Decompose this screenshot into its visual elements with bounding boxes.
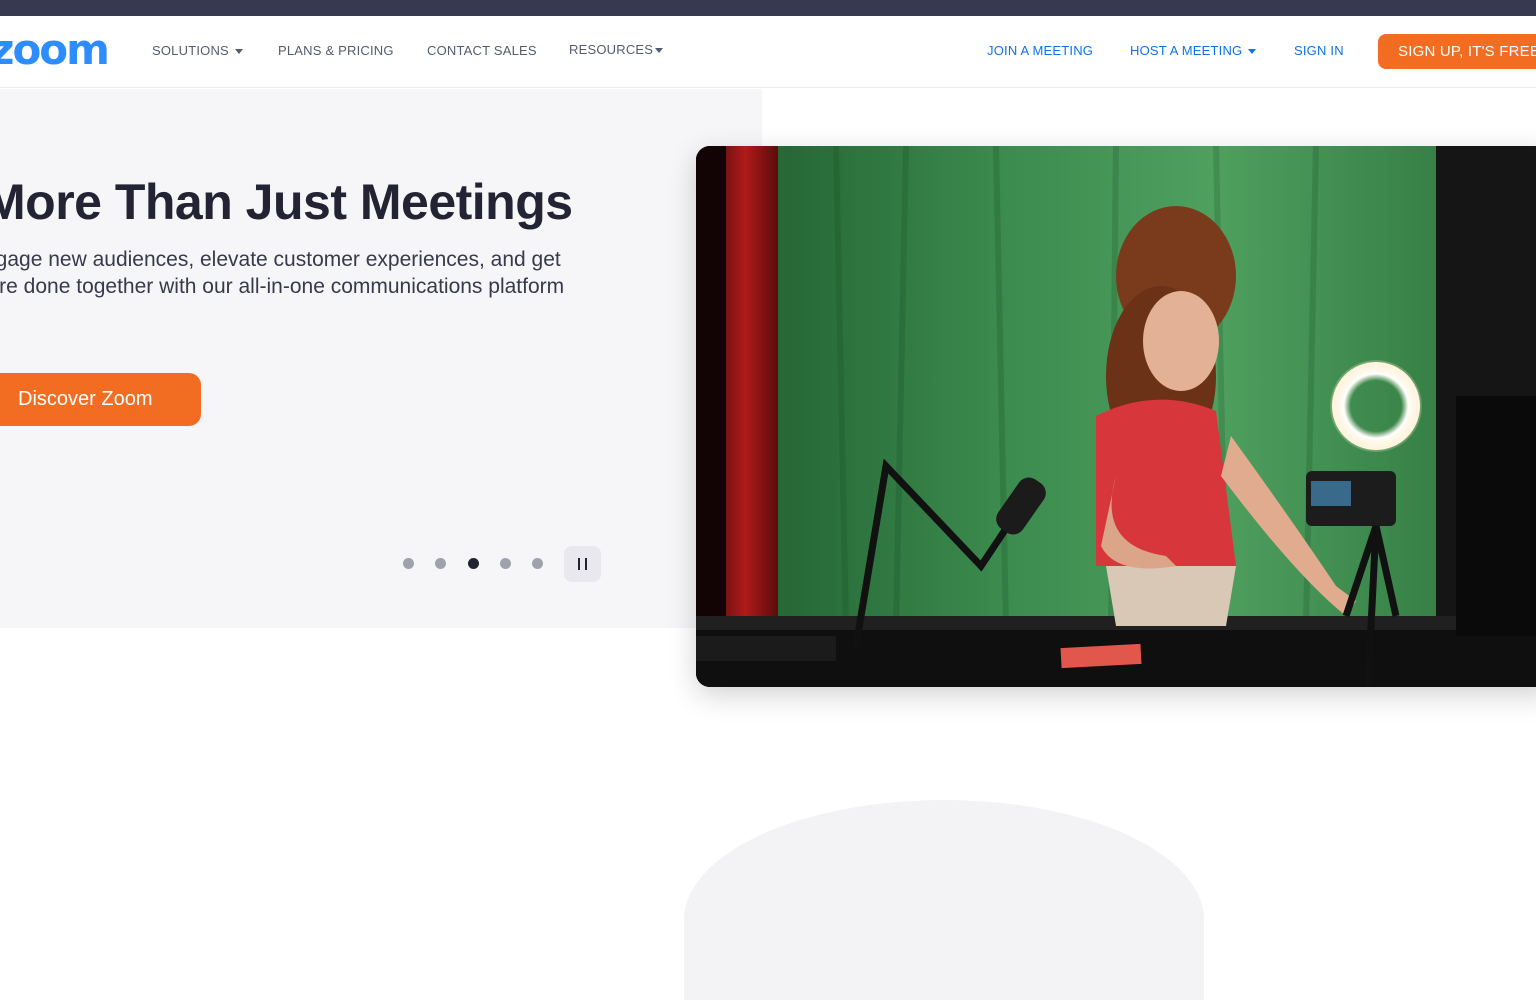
nav-plans-pricing-label: PLANS & PRICING [278, 43, 394, 58]
nav-sign-in[interactable]: SIGN IN [1294, 44, 1344, 58]
nav-join-meeting-label: JOIN A MEETING [987, 43, 1094, 58]
nav-solutions[interactable]: SOLUTIONS [152, 44, 243, 58]
discover-zoom-button[interactable]: Discover Zoom [0, 373, 201, 426]
hero-title: More Than Just Meetings [0, 174, 573, 230]
nav-resources-label: RESOURCES [569, 42, 654, 57]
discover-zoom-label: Discover Zoom [18, 388, 153, 410]
carousel-dot[interactable] [435, 558, 446, 569]
carousel-dot[interactable] [403, 558, 414, 569]
nav-contact-sales-label: CONTACT SALES [427, 43, 537, 58]
carousel-dot[interactable] [500, 558, 511, 569]
nav-plans-pricing[interactable]: PLANS & PRICING [278, 44, 394, 58]
nav-join-meeting[interactable]: JOIN A MEETING [987, 44, 1093, 58]
signup-button[interactable]: SIGN UP, IT'S FREE [1378, 34, 1536, 69]
site-header: zoom SOLUTIONS PLANS & PRICING CONTACT S… [0, 16, 1536, 88]
nav-sign-in-label: SIGN IN [1294, 43, 1344, 58]
hero-image [696, 146, 1536, 687]
nav-solutions-label: SOLUTIONS [152, 43, 229, 58]
nav-host-meeting-label: HOST A MEETING [1130, 43, 1243, 58]
top-strip [0, 0, 1536, 16]
nav-resources[interactable]: RESOURCES [569, 42, 664, 57]
nav-contact-sales[interactable]: CONTACT SALES [427, 44, 537, 58]
carousel-pause-button[interactable] [564, 546, 601, 582]
hero-panel [0, 89, 762, 628]
carousel-dot-active[interactable] [468, 558, 479, 569]
zoom-logo[interactable]: zoom [0, 28, 110, 72]
hero-description: Engage new audiences, elevate customer e… [0, 248, 565, 298]
chevron-down-icon [234, 49, 243, 55]
decorative-shape [684, 800, 1204, 1000]
chevron-down-icon [655, 48, 664, 54]
signup-button-label: SIGN UP, IT'S FREE [1398, 43, 1536, 60]
chevron-down-icon [1248, 49, 1257, 55]
carousel-dot[interactable] [532, 558, 543, 569]
nav-host-meeting[interactable]: HOST A MEETING [1130, 43, 1257, 58]
